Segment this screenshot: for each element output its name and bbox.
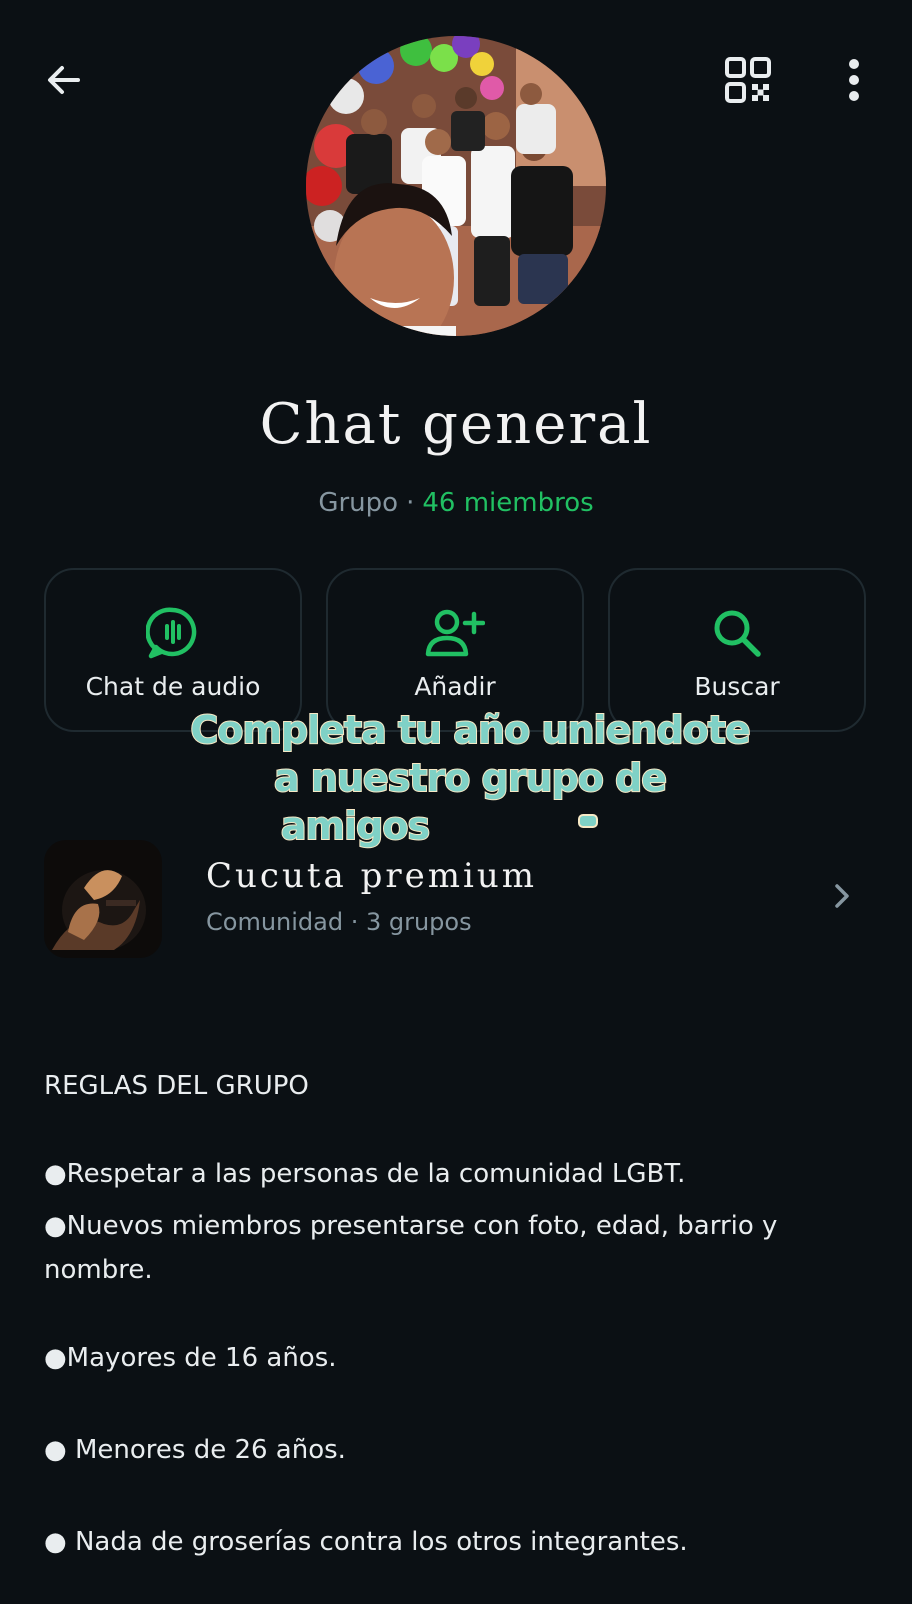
community-meta: Comunidad · 3 grupos xyxy=(206,908,472,936)
rule-item-continuation: nombre. xyxy=(44,1255,153,1285)
overlay-caption-line: a nuestro grupo de xyxy=(273,755,668,801)
chevron-right-icon xyxy=(835,884,849,908)
meta-separator: · xyxy=(406,488,415,518)
community-avatar xyxy=(44,840,162,958)
back-button[interactable] xyxy=(36,52,92,108)
description-heading: REGLAS DEL GRUPO xyxy=(44,1071,309,1101)
more-options-button[interactable] xyxy=(826,52,882,108)
search-icon xyxy=(714,610,761,657)
qr-code-button[interactable] xyxy=(720,52,776,108)
audio-chat-icon xyxy=(146,607,197,659)
add-person-icon xyxy=(425,609,485,657)
rule-item: ●Nuevos miembros presentarse con foto, e… xyxy=(44,1211,778,1241)
members-count-link[interactable]: 46 miembros xyxy=(422,488,593,518)
arrow-left-icon xyxy=(48,66,80,94)
search-label: Buscar xyxy=(694,672,780,701)
overlay-caption-line: Completa tu año uniendote xyxy=(189,707,751,753)
group-title: Chat general xyxy=(259,392,653,457)
community-row[interactable]: Cucuta premium Comunidad · 3 grupos xyxy=(0,836,912,958)
overlay-dash-mark xyxy=(578,814,598,828)
qr-code-icon xyxy=(725,57,771,103)
overlay-caption: Completa tu año uniendote a nuestro grup… xyxy=(150,706,790,850)
rule-item: ●Mayores de 16 años. xyxy=(44,1343,337,1373)
add-member-label: Añadir xyxy=(414,672,496,701)
group-type-label: Grupo xyxy=(318,488,399,518)
rule-item: ●Respetar a las personas de la comunidad… xyxy=(44,1159,686,1189)
rule-item: ● Nada de groserías contra los otros int… xyxy=(44,1527,688,1557)
community-photo xyxy=(44,840,162,958)
rule-item: ● Menores de 26 años. xyxy=(44,1435,346,1465)
audio-chat-label: Chat de audio xyxy=(85,672,261,701)
group-description: REGLAS DEL GRUPO ●Respetar a las persona… xyxy=(44,1064,874,1564)
group-avatar[interactable] xyxy=(306,36,606,336)
group-meta: Grupo · 46 miembros xyxy=(0,488,912,518)
community-name: Cucuta premium xyxy=(206,856,537,896)
more-vertical-icon xyxy=(849,59,859,101)
group-photo xyxy=(306,36,606,336)
